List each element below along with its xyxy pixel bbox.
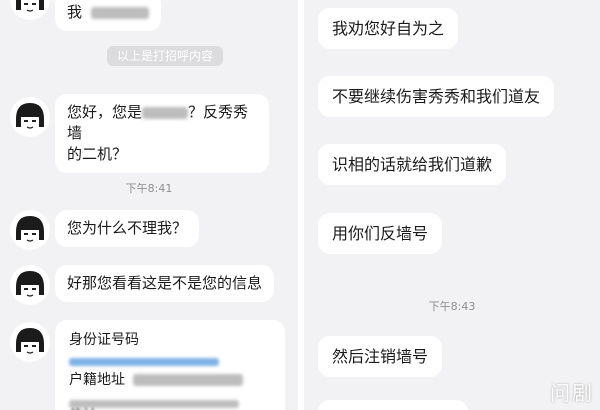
redacted-address	[133, 374, 244, 386]
household-address-label: 户籍地址	[69, 372, 125, 388]
avatar[interactable]	[10, 97, 50, 137]
avatar-face-icon	[16, 216, 44, 244]
message-bubble[interactable]: 我	[55, 0, 161, 31]
avatar-face-icon	[16, 271, 44, 299]
avatar[interactable]	[10, 265, 50, 305]
message-bubble[interactable]	[318, 400, 468, 410]
message-bubble[interactable]: 我劝您好自为之	[318, 8, 459, 49]
message-text: 然后注销墙号	[332, 347, 429, 366]
message-bubble[interactable]: 不要继续伤害秀秀和我们道友	[318, 76, 555, 117]
avatar[interactable]	[10, 210, 50, 250]
message-text: 您为什么不理我？	[67, 219, 188, 237]
timestamp: 下午8:43	[428, 300, 476, 313]
redacted-text	[90, 6, 149, 19]
message-bubble[interactable]: 然后注销墙号	[318, 336, 443, 377]
redacted-text	[142, 106, 189, 119]
avatar-face-icon	[16, 0, 44, 14]
message-text: 用你们反墙号	[332, 224, 429, 243]
message-bubble[interactable]: 您好，您是 ？反秀秀墙 的二机？	[55, 94, 269, 173]
avatar[interactable]	[10, 322, 50, 362]
message-text: 您好，您是	[67, 103, 143, 121]
avatar-face-icon	[16, 328, 44, 356]
message-text: 不要继续伤害秀秀和我们道友	[332, 87, 541, 106]
system-note: 以上是打招呼内容	[107, 46, 224, 66]
right-chat-panel: 我劝您好自为之 不要继续伤害秀秀和我们道友 识相的话就给我们道歉 用你们反墙号 …	[304, 0, 600, 410]
message-text: 好那您看看这是不是您的信息	[67, 274, 263, 292]
message-text: 的二机？	[67, 145, 128, 163]
avatar-face-icon	[16, 103, 44, 131]
watermark: 问剧	[550, 381, 594, 405]
avatar[interactable]	[10, 0, 50, 20]
message-text: 我劝您好自为之	[332, 19, 445, 38]
message-text: 我	[67, 3, 83, 21]
left-chat-panel: 我 以上是打招呼内容 您好，您是 ？反秀秀墙 的二机？ 下午8:41 您为什么不理…	[0, 0, 298, 410]
message-bubble[interactable]: 识相的话就给我们道歉	[318, 144, 507, 185]
timestamp: 下午8:41	[125, 182, 173, 195]
message-bubble[interactable]: 用你们反墙号	[318, 213, 443, 254]
message-bubble[interactable]: 您为什么不理我？	[55, 210, 200, 247]
personal-info-card[interactable]: 身份证号码 户籍地址 住址	[55, 320, 285, 410]
redacted-id-number	[69, 358, 219, 366]
message-text: 识相的话就给我们道歉	[332, 155, 493, 174]
id-number-label: 身份证号码	[69, 332, 139, 348]
message-bubble[interactable]: 好那您看看这是不是您的信息	[55, 265, 275, 302]
